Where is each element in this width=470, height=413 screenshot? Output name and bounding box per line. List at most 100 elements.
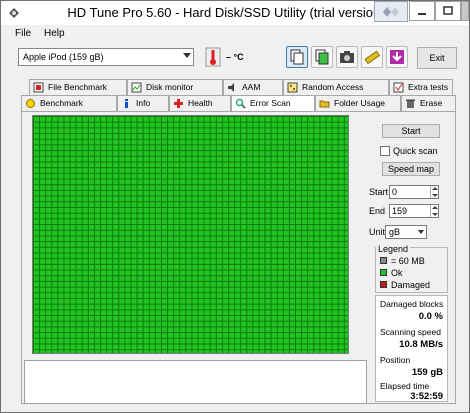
scan-block-map bbox=[32, 115, 349, 354]
tab-erase[interactable]: Erase bbox=[401, 95, 456, 111]
scan-log-box[interactable] bbox=[24, 360, 367, 404]
tab-label: AAM bbox=[242, 82, 261, 92]
unit-select-value: gB bbox=[389, 227, 401, 237]
info-icon bbox=[125, 99, 128, 108]
tab-label: Erase bbox=[420, 98, 443, 108]
tab-label: Extra tests bbox=[408, 82, 449, 92]
tab-aam[interactable]: AAM bbox=[223, 79, 283, 95]
tab-label: Health bbox=[188, 98, 213, 108]
toolbar: Apple iPod (159 gB) – °C Exit bbox=[1, 43, 469, 75]
tabs-bottom-row: Benchmark Info Health Error Scan Folder … bbox=[21, 95, 456, 112]
benchmark-icon bbox=[26, 99, 35, 108]
tab-folder-usage[interactable]: Folder Usage bbox=[315, 95, 401, 111]
copy-screenshot-icon bbox=[315, 49, 329, 65]
tab-extra-tests[interactable]: Extra tests bbox=[389, 79, 453, 95]
elapsed-time-value: 3:52:59 bbox=[410, 391, 443, 402]
copy-info-button[interactable] bbox=[286, 46, 308, 68]
app-window: HD Tune Pro 5.60 - Hard Disk/SSD Utility… bbox=[0, 0, 470, 413]
restore-overlay-button[interactable] bbox=[374, 1, 408, 22]
chevron-down-icon bbox=[183, 53, 191, 58]
drive-select-value: Apple iPod (159 gB) bbox=[23, 52, 104, 62]
drive-select[interactable]: Apple iPod (159 gB) bbox=[18, 48, 194, 66]
scan-stats: Damaged blocks 0.0 % Scanning speed 10.8… bbox=[375, 295, 448, 402]
legend-label-block-size: = 60 MB bbox=[391, 256, 425, 266]
quick-scan-checkbox[interactable] bbox=[380, 146, 390, 156]
app-icon bbox=[9, 8, 19, 18]
menu-help[interactable]: Help bbox=[44, 28, 65, 39]
options-icon bbox=[364, 50, 381, 65]
legend-title: Legend bbox=[376, 244, 411, 254]
end-field[interactable]: 159 bbox=[389, 204, 439, 218]
tab-label: Error Scan bbox=[250, 98, 291, 108]
tab-label: Random Access bbox=[302, 82, 364, 92]
end-field-value: 159 bbox=[392, 206, 408, 216]
tab-label: Info bbox=[136, 98, 151, 108]
camera-icon bbox=[340, 51, 354, 63]
chevron-down-icon bbox=[418, 230, 424, 234]
damaged-blocks-value: 0.0 % bbox=[418, 311, 443, 322]
unit-select[interactable]: gB bbox=[385, 225, 427, 239]
temperature-value: – °C bbox=[226, 52, 244, 62]
elapsed-time-label: Elapsed time bbox=[380, 381, 430, 391]
tab-benchmark[interactable]: Benchmark bbox=[21, 95, 117, 111]
download-button[interactable] bbox=[386, 46, 408, 68]
legend-swatch-ok bbox=[380, 269, 387, 276]
tab-health[interactable]: Health bbox=[169, 95, 231, 111]
health-cross-icon bbox=[174, 99, 183, 108]
start-field[interactable]: 0 bbox=[389, 185, 439, 199]
exit-button[interactable]: Exit bbox=[417, 47, 457, 69]
start-field-value: 0 bbox=[392, 187, 398, 197]
legend-swatch-block-size bbox=[380, 257, 387, 264]
start-spinner-icon[interactable] bbox=[430, 186, 438, 198]
scanning-speed-value: 10.8 MB/s bbox=[399, 339, 443, 350]
quick-scan-label: Quick scan bbox=[393, 146, 438, 156]
copy-info-icon bbox=[290, 49, 304, 65]
damaged-blocks-label: Damaged blocks bbox=[380, 299, 444, 309]
tab-label: Disk monitor bbox=[146, 82, 194, 92]
window-title: HD Tune Pro 5.60 - Hard Disk/SSD Utility… bbox=[67, 5, 385, 20]
title-bar[interactable]: HD Tune Pro 5.60 - Hard Disk/SSD Utility… bbox=[1, 1, 469, 25]
restore-icon bbox=[383, 7, 399, 17]
maximize-icon bbox=[443, 6, 453, 15]
start-button[interactable]: Start bbox=[382, 124, 440, 138]
error-scan-panel: Start Quick scan Speed map Start 0 End 1… bbox=[21, 111, 456, 404]
speed-map-button[interactable]: Speed map bbox=[382, 162, 440, 176]
folder-icon bbox=[319, 100, 330, 108]
options-button[interactable] bbox=[361, 46, 383, 68]
thermometer-icon bbox=[205, 47, 221, 67]
tab-info[interactable]: Info bbox=[117, 95, 169, 111]
minimize-button[interactable] bbox=[409, 1, 435, 21]
copy-screenshot-button[interactable] bbox=[311, 46, 333, 68]
start-field-label: Start bbox=[369, 187, 389, 197]
tab-file-benchmark[interactable]: File Benchmark bbox=[29, 79, 127, 95]
tabs-top-row: File Benchmark Disk monitor AAM Random A… bbox=[21, 79, 453, 95]
extra-tests-icon bbox=[393, 82, 404, 93]
tab-disk-monitor[interactable]: Disk monitor bbox=[127, 79, 223, 95]
random-access-icon bbox=[287, 82, 298, 93]
tab-random-access[interactable]: Random Access bbox=[283, 79, 389, 95]
tab-label: File Benchmark bbox=[48, 82, 108, 92]
menu-file[interactable]: File bbox=[15, 28, 31, 39]
position-value: 159 gB bbox=[411, 367, 443, 378]
legend: Legend = 60 MB Ok Damaged bbox=[375, 244, 448, 293]
disk-monitor-icon bbox=[131, 82, 142, 93]
tab-label: Benchmark bbox=[40, 98, 83, 108]
camera-button[interactable] bbox=[336, 46, 358, 68]
unit-label: Unit bbox=[369, 227, 386, 237]
magnifier-icon bbox=[235, 98, 246, 109]
tab-label: Folder Usage bbox=[334, 98, 386, 108]
tab-error-scan[interactable]: Error Scan bbox=[231, 95, 315, 112]
download-icon bbox=[390, 50, 404, 64]
maximize-button[interactable] bbox=[435, 1, 461, 21]
scanning-speed-label: Scanning speed bbox=[380, 327, 441, 337]
end-spinner-icon[interactable] bbox=[430, 205, 438, 217]
legend-label-damaged: Damaged bbox=[391, 280, 431, 290]
end-field-label: End bbox=[369, 206, 386, 216]
trash-icon bbox=[406, 99, 415, 108]
file-benchmark-icon bbox=[33, 82, 44, 93]
close-button[interactable] bbox=[461, 1, 469, 21]
legend-label-ok: Ok bbox=[391, 268, 403, 278]
speaker-icon bbox=[228, 83, 234, 92]
position-label: Position bbox=[380, 355, 411, 365]
legend-swatch-damaged bbox=[380, 281, 387, 288]
